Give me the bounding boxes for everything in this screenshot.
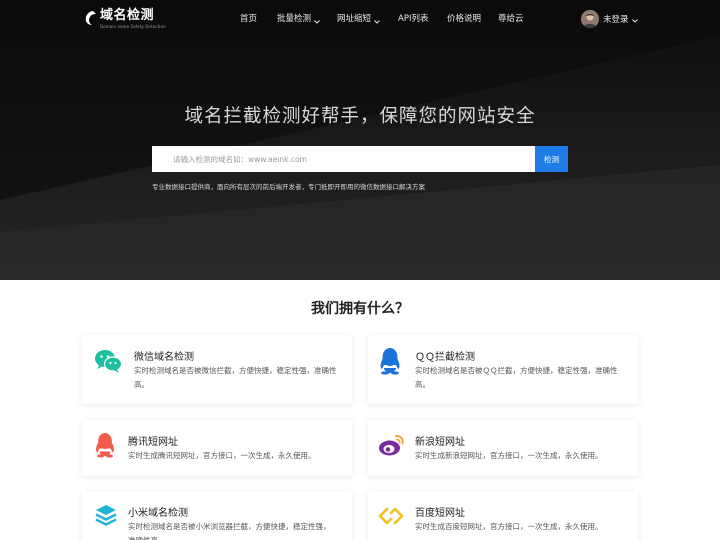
hero-background-shape [0, 0, 720, 280]
nav-item-home[interactable]: 首页 [240, 13, 257, 25]
card-title: ＱＱ拦截检测 [415, 352, 475, 363]
domain-search-form: 检测 [152, 146, 568, 172]
card-title: 百度短网址 [415, 508, 465, 519]
avatar [581, 10, 599, 28]
nav-item-pricing[interactable]: 价格说明 [447, 13, 481, 25]
service-card-xiaomi[interactable]: 小米域名检测 实时检测域名是否被小米浏览器拦截，方便快捷，稳定性强，准确性高。 [82, 491, 352, 540]
service-card-qq[interactable]: ＱＱ拦截检测 实时检测域名是否被ＱＱ拦截，方便快捷，稳定性强，准确性高。 [368, 335, 638, 404]
card-title: 新浪短网址 [415, 437, 465, 448]
tencent-icon [96, 433, 114, 458]
check-button[interactable]: 检测 [535, 146, 568, 172]
top-nav: 域名检测 Domain name Safety Detection 首页 批量检… [0, 0, 720, 38]
nav-item-api-list[interactable]: API列表 [398, 13, 428, 25]
nav-item-label: 批量检测 [277, 14, 312, 24]
service-card-sina-short-url[interactable]: 新浪短网址 实时生成新浪短网址，官方接口，一次生成，永久使用。 [368, 420, 638, 476]
nav-item-label: 网址缩短 [337, 14, 372, 24]
card-description: 实时检测域名是否被小米浏览器拦截，方便快捷，稳定性强，准确性高。 [128, 522, 331, 540]
card-description: 实时检测域名是否被微信拦截，方便快捷，稳定性强，准确性高。 [134, 366, 337, 389]
hero-banner: 域名检测 Domain name Safety Detection 首页 批量检… [0, 0, 720, 280]
card-description: 实时生成腾讯短网址，官方接口，一次生成，永久使用。 [128, 451, 316, 460]
card-description: 实时生成新浪短网址，官方接口，一次生成，永久使用。 [415, 451, 603, 460]
service-card-wechat[interactable]: 微信域名检测 实时检测域名是否被微信拦截，方便快捷，稳定性强，准确性高。 [82, 335, 352, 404]
link-icon [378, 507, 404, 525]
wechat-icon [95, 350, 122, 373]
weibo-icon [379, 434, 404, 456]
nav-item-url-shortener[interactable]: 网址缩短 [337, 13, 380, 25]
card-description: 实时检测域名是否被ＱＱ拦截，方便快捷，稳定性强，准确性高。 [415, 366, 618, 389]
service-card-baidu-short-url[interactable]: 百度短网址 实时生成百度短网址，官方接口，一次生成，永久使用。 [368, 491, 638, 540]
hero-headline: 域名拦截检测好帮手，保障您的网站安全 [184, 106, 536, 127]
hero-description: 专业数据接口提供商，面向所有层次的前后端开发者，专门抵即开即用的微信数据接口解决… [152, 183, 425, 191]
layers-icon [95, 505, 117, 526]
login-status: 未登录 [603, 15, 629, 25]
user-menu[interactable]: 未登录 [581, 10, 638, 28]
card-description: 实时生成百度短网址，官方接口，一次生成，永久使用。 [415, 522, 603, 531]
qq-icon [380, 348, 400, 375]
service-card-tencent-short-url[interactable]: 腾讯短网址 实时生成腾讯短网址，官方接口，一次生成，永久使用。 [82, 420, 352, 476]
nav-item-zunjiyun[interactable]: 尊给云 [498, 13, 524, 25]
card-title: 小米域名检测 [128, 508, 188, 519]
card-title: 微信域名检测 [134, 352, 194, 363]
domain-search-input[interactable] [152, 146, 535, 172]
card-title: 腾讯短网址 [128, 437, 178, 448]
services-title: 我们拥有什么？ [311, 301, 409, 317]
nav-item-batch-check[interactable]: 批量检测 [277, 13, 320, 25]
